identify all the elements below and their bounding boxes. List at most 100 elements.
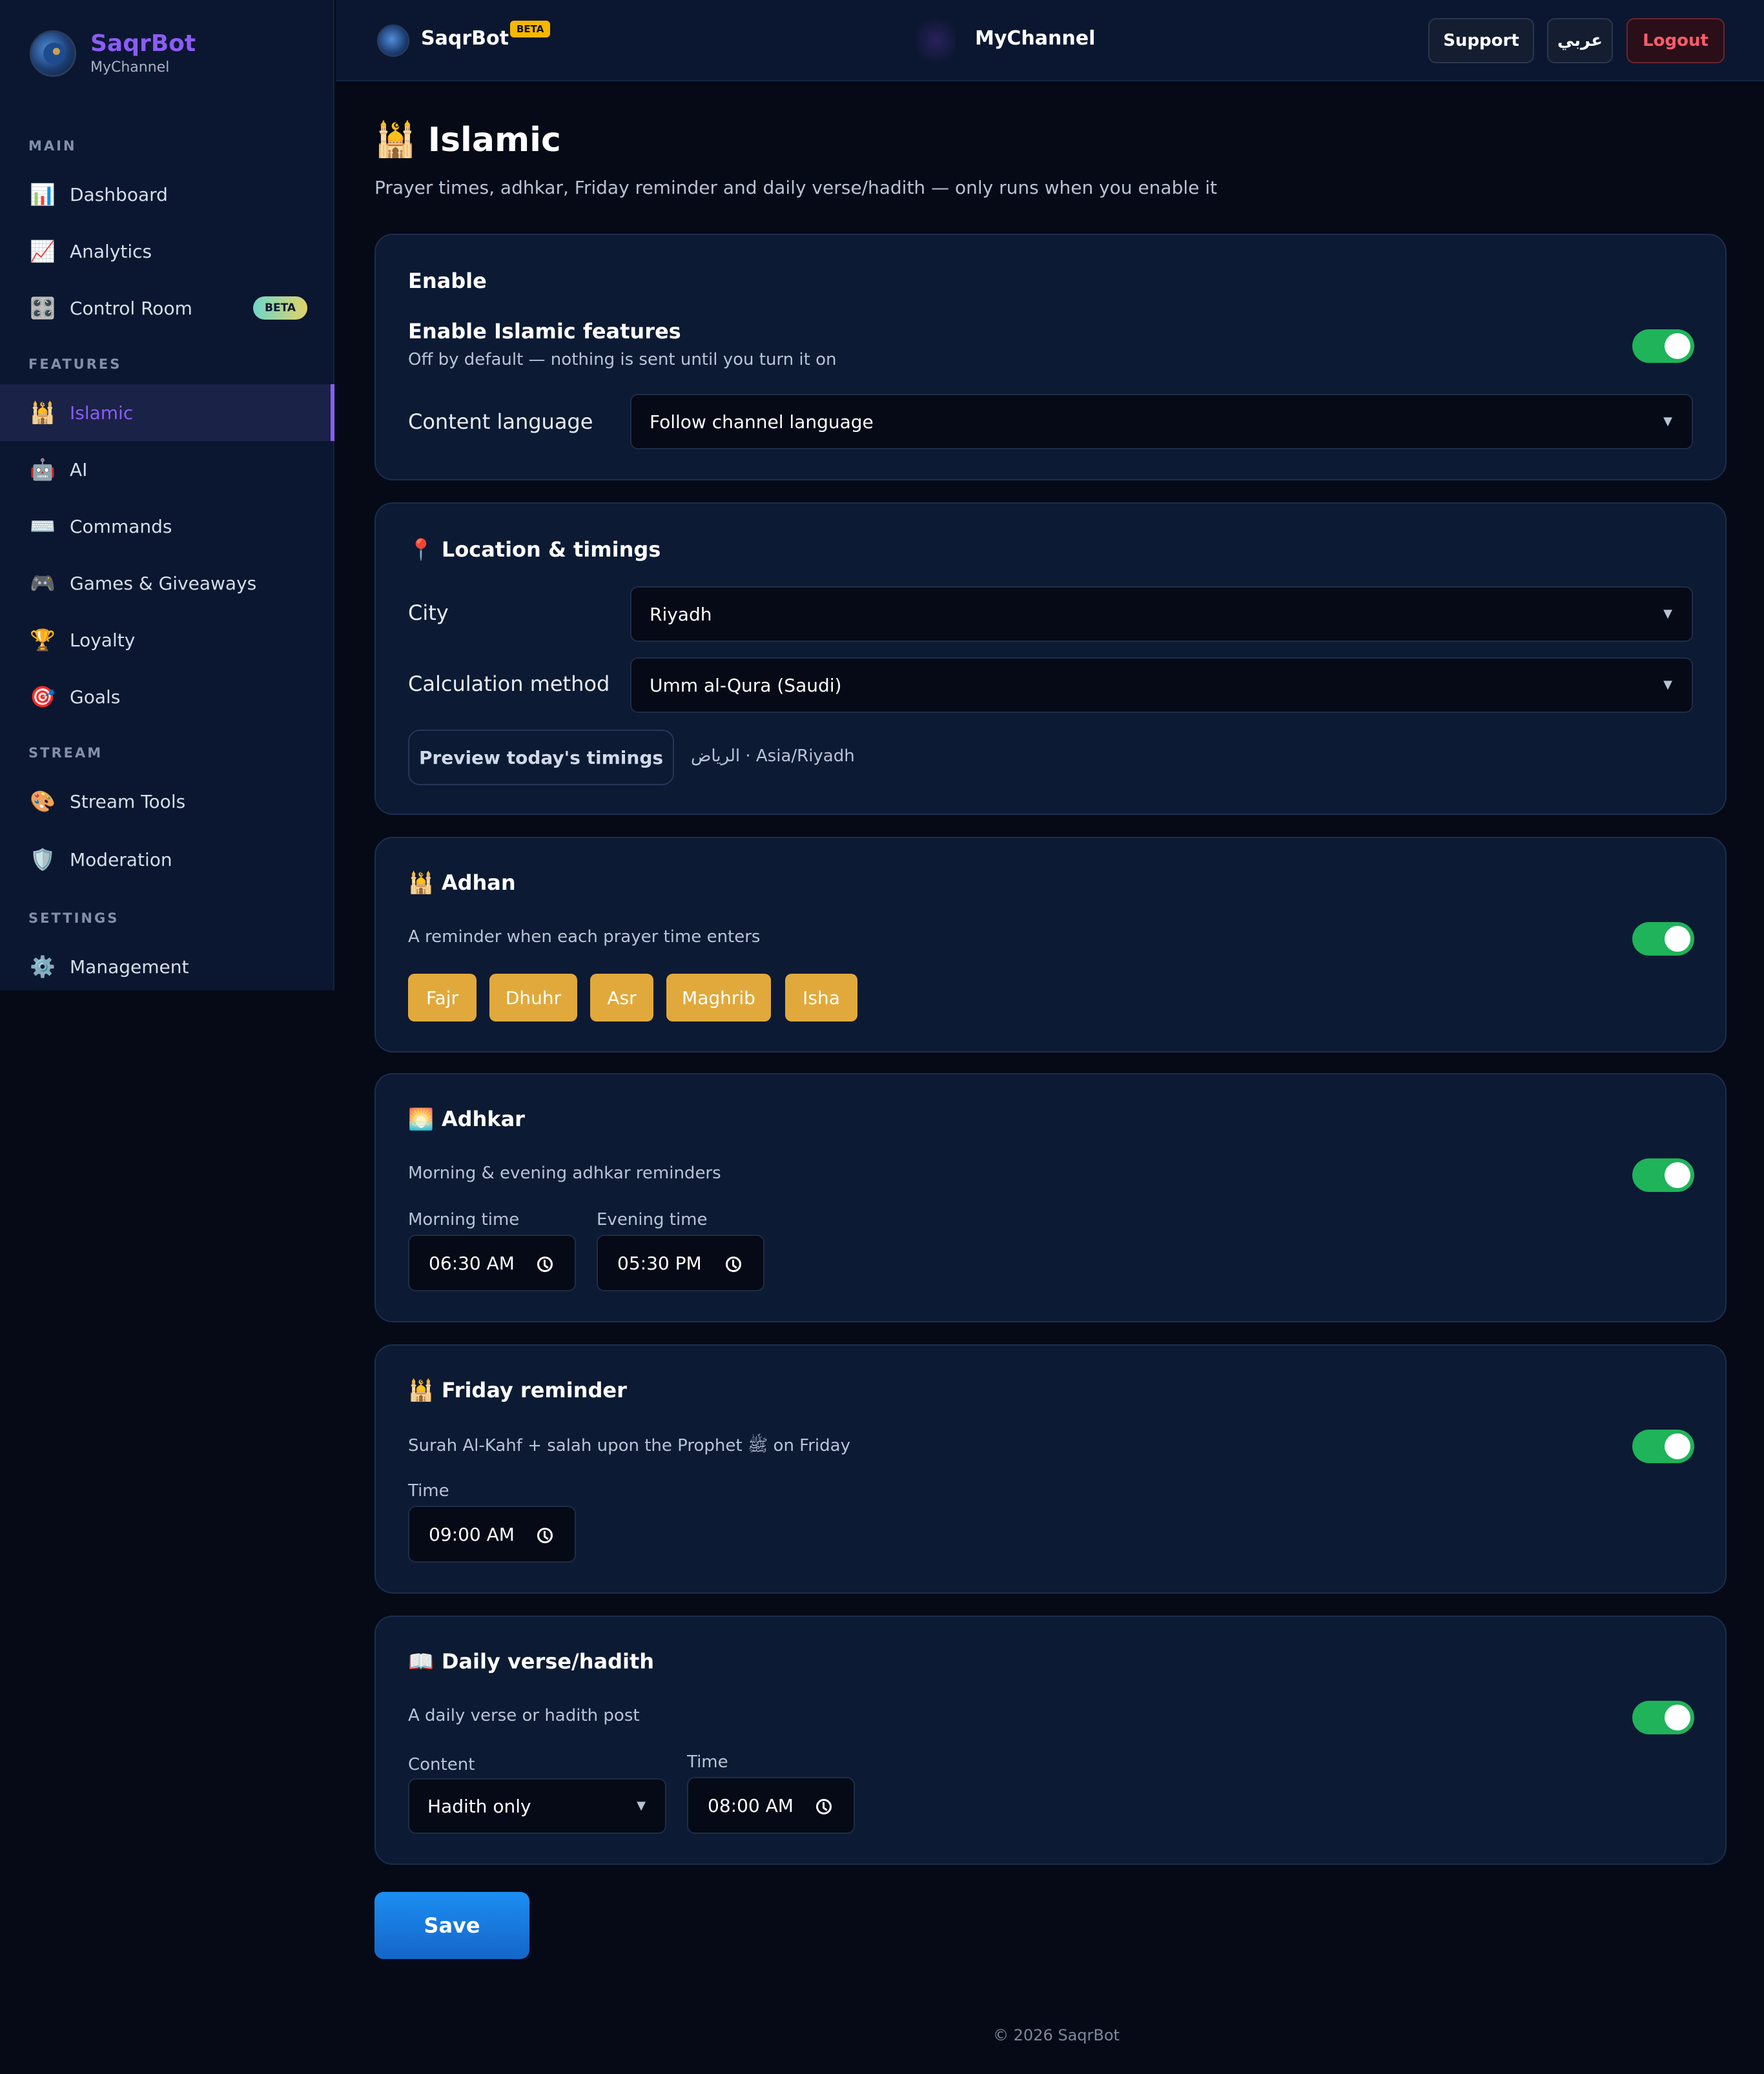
language-toggle-button[interactable]: عربي (1547, 18, 1613, 63)
sidebar-item-goals[interactable]: 🎯 Goals (0, 668, 334, 725)
topbar-app-name: SaqrBot (421, 27, 509, 50)
calculation-method-value: Umm al-Qura (Saudi) (650, 674, 842, 696)
card-title: 📍 Location & timings (408, 537, 661, 562)
card-title-text: Adhkar (441, 1107, 525, 1131)
sidebar-item-games[interactable]: 🎮 Games & Giveaways (0, 555, 334, 611)
timezone-info: الرياض · Asia/Riyadh (691, 746, 855, 766)
brand-name: SaqrBot (90, 30, 196, 57)
sidebar-item-commands[interactable]: ⌨️ Commands (0, 498, 334, 555)
prayer-chip-dhuhr[interactable]: Dhuhr (489, 974, 577, 1022)
caret-down-icon: ▼ (1663, 678, 1672, 692)
morning-time-input[interactable]: 06:30 AM (408, 1235, 576, 1291)
pin-icon: 📍 (408, 537, 434, 562)
mosque-icon: 🕌 (374, 121, 416, 159)
card-title-text: Daily verse/hadith (441, 1649, 655, 1674)
control-knobs-icon: 🎛️ (30, 296, 56, 320)
sidebar-item-label: Control Room (70, 297, 192, 319)
sidebar-item-label: Dashboard (70, 183, 168, 205)
enable-feature-label: Enable Islamic features (408, 319, 681, 344)
sidebar-item-stream-tools[interactable]: 🎨 Stream Tools (0, 773, 334, 830)
save-button[interactable]: Save (374, 1892, 529, 1959)
falcon-logo-icon (377, 25, 409, 57)
sidebar-item-label: Goals (70, 686, 121, 708)
brand[interactable]: SaqrBot MyChannel (30, 30, 196, 77)
gear-icon: ⚙️ (30, 954, 56, 979)
shield-icon: 🛡️ (30, 847, 56, 872)
support-button[interactable]: Support (1428, 18, 1534, 63)
adhan-card: 🕌 Adhan A reminder when each prayer time… (374, 837, 1727, 1052)
sidebar-item-control-room[interactable]: 🎛️ Control Room BETA (0, 280, 334, 336)
sunrise-icon: 🌅 (408, 1107, 434, 1131)
logout-button[interactable]: Logout (1626, 18, 1725, 63)
palette-icon: 🎨 (30, 789, 56, 814)
gamepad-icon: 🎮 (30, 571, 56, 595)
mosque-icon: 🕌 (30, 400, 56, 425)
morning-time-label: Morning time (408, 1210, 520, 1229)
mosque-icon: 🕌 (408, 870, 434, 895)
channel-avatar (917, 13, 956, 68)
daily-time-input[interactable]: 08:00 AM (687, 1777, 855, 1834)
daily-content-select[interactable]: Hadith only ▼ (408, 1778, 666, 1834)
enable-feature-desc: Off by default — nothing is sent until y… (408, 350, 837, 369)
enable-card: Enable Enable Islamic features Off by de… (374, 234, 1727, 480)
sidebar-item-islamic[interactable]: 🕌 Islamic (0, 384, 334, 441)
clock-icon (816, 1799, 832, 1814)
daily-content-value: Hadith only (427, 1795, 531, 1817)
clock-icon (537, 1528, 553, 1543)
daily-toggle[interactable] (1632, 1701, 1694, 1734)
sidebar-item-management[interactable]: ⚙️ Management (0, 938, 334, 995)
calculation-method-label: Calculation method (408, 672, 610, 696)
prayer-chip-isha[interactable]: Isha (785, 974, 857, 1022)
caret-down-icon: ▼ (1663, 415, 1672, 428)
sidebar-item-label: Loyalty (70, 629, 136, 651)
friday-time-input[interactable]: 09:00 AM (408, 1506, 576, 1563)
section-main: MAIN (28, 138, 77, 154)
content-language-select[interactable]: Follow channel language ▼ (630, 394, 1693, 449)
top-bar: SaqrBot BETA MyChannel Support عربي Logo… (336, 0, 1764, 81)
caret-down-icon: ▼ (637, 1799, 646, 1812)
keyboard-icon: ⌨️ (30, 514, 56, 539)
target-icon: 🎯 (30, 684, 56, 709)
daily-time-label: Time (687, 1752, 728, 1772)
prayer-chip-asr[interactable]: Asr (590, 974, 653, 1022)
card-title: 🕌 Adhan (408, 870, 516, 895)
adhan-toggle[interactable] (1632, 922, 1694, 956)
robot-icon: 🤖 (30, 457, 56, 482)
content-language-label: Content language (408, 409, 593, 434)
sidebar-item-moderation[interactable]: 🛡️ Moderation (0, 831, 334, 888)
sidebar-item-label: Commands (70, 515, 172, 537)
enable-islamic-toggle[interactable] (1632, 329, 1694, 363)
evening-time-input[interactable]: 05:30 PM (597, 1235, 764, 1291)
bar-chart-icon: 📊 (30, 182, 56, 207)
section-settings: SETTINGS (28, 910, 119, 926)
sidebar-item-label: Management (70, 956, 189, 978)
friday-reminder-card: 🕌 Friday reminder Surah Al-Kahf + salah … (374, 1344, 1727, 1594)
card-title: 🌅 Adhkar (408, 1107, 525, 1131)
daily-verse-card: 📖 Daily verse/hadith A daily verse or ha… (374, 1616, 1727, 1865)
sidebar-item-dashboard[interactable]: 📊 Dashboard (0, 166, 334, 223)
city-select[interactable]: Riyadh ▼ (630, 586, 1693, 642)
adhkar-card: 🌅 Adhkar Morning & evening adhkar remind… (374, 1073, 1727, 1322)
sidebar-item-ai[interactable]: 🤖 AI (0, 441, 334, 498)
card-title: Enable (408, 269, 487, 293)
section-stream: STREAM (28, 745, 103, 761)
sidebar-item-label: Moderation (70, 848, 172, 870)
sidebar-item-label: AI (70, 458, 88, 480)
clock-icon (537, 1257, 553, 1272)
sidebar-item-analytics[interactable]: 📈 Analytics (0, 223, 334, 280)
prayer-chip-fajr[interactable]: Fajr (408, 974, 477, 1022)
preview-timings-button[interactable]: Preview today's timings (408, 730, 674, 785)
daily-desc: A daily verse or hadith post (408, 1706, 640, 1725)
falcon-logo-icon (30, 30, 76, 77)
footer-copyright: © 2026 SaqrBot (993, 2026, 1120, 2044)
calculation-method-select[interactable]: Umm al-Qura (Saudi) ▼ (630, 657, 1693, 713)
adhkar-toggle[interactable] (1632, 1158, 1694, 1192)
sidebar-item-label: Games & Giveaways (70, 572, 257, 594)
card-title: 📖 Daily verse/hadith (408, 1649, 654, 1674)
sidebar-item-loyalty[interactable]: 🏆 Loyalty (0, 611, 334, 668)
prayer-chip-maghrib[interactable]: Maghrib (666, 974, 771, 1022)
channel-name: MyChannel (975, 27, 1096, 50)
sidebar-item-label: Stream Tools (70, 790, 186, 812)
daily-time-value: 08:00 AM (708, 1794, 794, 1816)
friday-toggle[interactable] (1632, 1430, 1694, 1463)
